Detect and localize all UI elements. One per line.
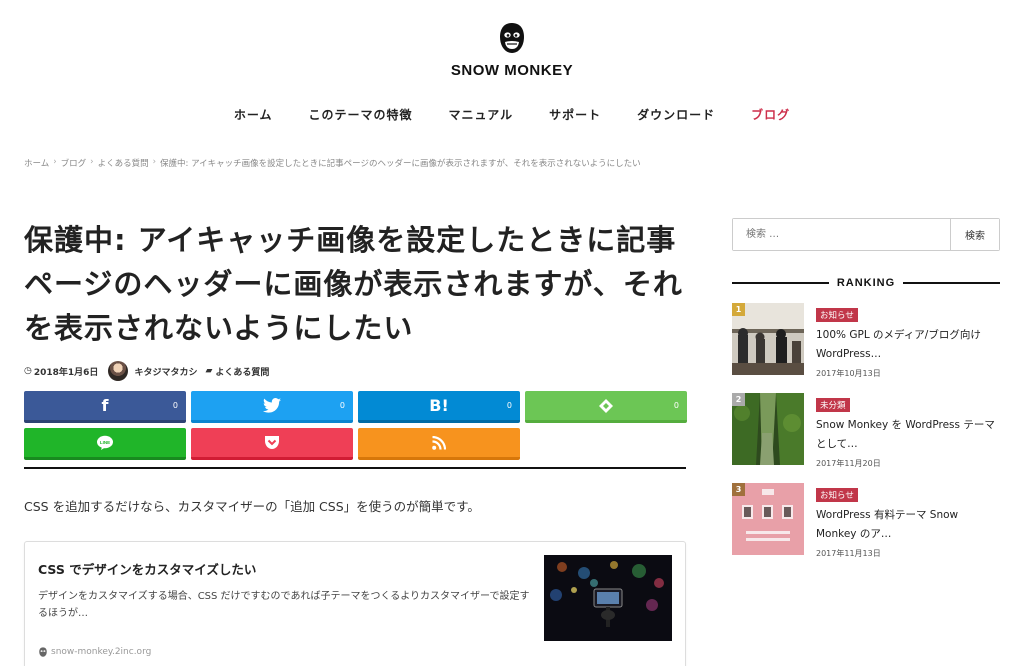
breadcrumb-separator: › — [53, 157, 57, 167]
sidebar: 検索 RANKING 1 — [732, 218, 1000, 573]
breadcrumb-item-home[interactable]: ホーム — [24, 157, 49, 169]
twitter-icon — [263, 398, 281, 413]
article-lead-text: CSS を追加するだけなら、カスタマイザーの「追加 CSS」を使うのが簡単です。 — [24, 499, 480, 514]
breadcrumb-item-blog[interactable]: ブログ — [61, 157, 87, 169]
nav-item-support[interactable]: サポート — [549, 106, 601, 123]
rank-number: 1 — [732, 303, 745, 316]
heading-rule — [732, 282, 829, 284]
ranking-item[interactable]: 3 お知らせ WordPress 有料テーマ Snow Monkey のア… 2… — [732, 483, 1000, 573]
avatar — [108, 361, 129, 381]
link-card[interactable]: CSS でデザインをカスタマイズしたい デザインをカスタマイズする場合、CSS … — [24, 541, 686, 666]
pocket-icon — [265, 436, 279, 449]
nav-item-home[interactable]: ホーム — [234, 106, 273, 123]
link-card-description: デザインをカスタマイズする場合、CSS だけですむのであれば子テーマをつくるより… — [38, 591, 530, 619]
post-author[interactable]: キタジマタカシ — [134, 365, 197, 378]
svg-text:LINE: LINE — [100, 440, 110, 445]
pocket-share-button[interactable] — [191, 428, 353, 460]
ranking-thumbnail[interactable]: 2 — [732, 393, 804, 465]
monkey-face-icon[interactable] — [498, 22, 526, 54]
hatena-share-button[interactable]: B! 0 — [358, 391, 520, 423]
ranking-thumbnail[interactable]: 3 — [732, 483, 804, 555]
search-form: 検索 — [732, 218, 1000, 251]
link-card-domain: snow-monkey.2inc.org — [51, 647, 152, 657]
share-count: 0 — [506, 401, 512, 410]
feedly-icon — [599, 398, 613, 413]
ranking-body: お知らせ WordPress 有料テーマ Snow Monkey のア… 201… — [816, 483, 1000, 573]
ranking-heading: RANKING — [732, 277, 1000, 289]
ranking-list: 1 お知らせ 100% GPL のメディア/ブログ向け WordPress… 2… — [732, 303, 1000, 573]
breadcrumb-separator: › — [90, 157, 94, 167]
ranking-title[interactable]: Snow Monkey を WordPress テーマとして… — [816, 416, 1000, 454]
share-count: 0 — [673, 401, 679, 410]
twitter-share-button[interactable]: 0 — [191, 391, 353, 423]
nav-item-blog[interactable]: ブログ — [751, 106, 790, 123]
share-buttons: f 0 0 B! 0 0 LINE — [24, 391, 687, 460]
breadcrumb: ホーム › ブログ › よくある質問 › 保護中: アイキャッチ画像を設定したと… — [24, 157, 641, 169]
line-share-button[interactable]: LINE — [24, 428, 186, 460]
link-card-title[interactable]: CSS でデザインをカスタマイズしたい — [38, 559, 256, 578]
nav-item-download[interactable]: ダウンロード — [637, 106, 715, 123]
category-badge[interactable]: お知らせ — [816, 308, 858, 322]
search-input[interactable] — [733, 219, 950, 250]
rank-number: 3 — [732, 483, 745, 496]
category-badge[interactable]: 未分類 — [816, 398, 850, 412]
ranking-date: 2017年10月13日 — [816, 369, 881, 378]
heading-rule — [903, 282, 1000, 284]
line-icon: LINE — [97, 435, 113, 450]
ranking-body: お知らせ 100% GPL のメディア/ブログ向け WordPress… 201… — [816, 303, 1000, 393]
post-category[interactable]: よくある質問 — [215, 365, 269, 378]
ranking-item[interactable]: 2 未分類 Snow Monkey を WordPress テーマとして… 20… — [732, 393, 1000, 483]
category-badge[interactable]: お知らせ — [816, 488, 858, 502]
nav-item-manual[interactable]: マニュアル — [448, 106, 513, 123]
breadcrumb-separator: › — [152, 157, 156, 167]
breadcrumb-item-faq[interactable]: よくある質問 — [98, 157, 149, 169]
ranking-label: RANKING — [836, 277, 896, 289]
global-nav: ホーム このテーマの特徴 マニュアル サポート ダウンロード ブログ — [0, 106, 1024, 123]
site-title[interactable]: SNOW MONKEY — [0, 62, 1024, 79]
ranking-body: 未分類 Snow Monkey を WordPress テーマとして… 2017… — [816, 393, 1000, 483]
rank-number: 2 — [732, 393, 745, 406]
post-date: 2018年1月6日 — [33, 367, 99, 378]
breadcrumb-item-current: 保護中: アイキャッチ画像を設定したときに記事ページのヘッダーに画像が表示されま… — [160, 159, 641, 169]
site-favicon-icon — [39, 647, 47, 657]
link-card-site: snow-monkey.2inc.org — [38, 647, 151, 657]
entry-meta: ◷ 2018年1月6日 キタジマタカシ ▰ よくある質問 — [24, 360, 686, 382]
main-content: 保護中: アイキャッチ画像を設定したときに記事ページのヘッダーに画像が表示されま… — [24, 218, 687, 666]
share-count: 0 — [172, 401, 178, 410]
facebook-share-button[interactable]: f 0 — [24, 391, 186, 423]
facebook-icon: f — [101, 396, 109, 415]
search-button[interactable]: 検索 — [950, 219, 999, 250]
clock-icon: ◷ — [24, 366, 32, 376]
nav-item-features[interactable]: このテーマの特徴 — [308, 106, 412, 123]
ranking-date: 2017年11月13日 — [816, 549, 881, 558]
feedly-share-button[interactable]: 0 — [525, 391, 687, 423]
ranking-title[interactable]: WordPress 有料テーマ Snow Monkey のア… — [816, 506, 1000, 544]
link-card-thumbnail[interactable] — [544, 555, 672, 641]
rss-icon — [432, 435, 446, 450]
folder-icon: ▰ — [205, 366, 213, 376]
page-title: 保護中: アイキャッチ画像を設定したときに記事ページのヘッダーに画像が表示されま… — [24, 223, 683, 345]
content-divider — [24, 467, 686, 469]
hatena-icon: B! — [429, 396, 449, 415]
rss-share-button[interactable] — [358, 428, 520, 460]
ranking-title[interactable]: 100% GPL のメディア/ブログ向け WordPress… — [816, 326, 1000, 364]
ranking-thumbnail[interactable]: 1 — [732, 303, 804, 375]
site-branding: SNOW MONKEY — [0, 22, 1024, 79]
share-count: 0 — [339, 401, 345, 410]
ranking-item[interactable]: 1 お知らせ 100% GPL のメディア/ブログ向け WordPress… 2… — [732, 303, 1000, 393]
ranking-date: 2017年11月20日 — [816, 459, 881, 468]
